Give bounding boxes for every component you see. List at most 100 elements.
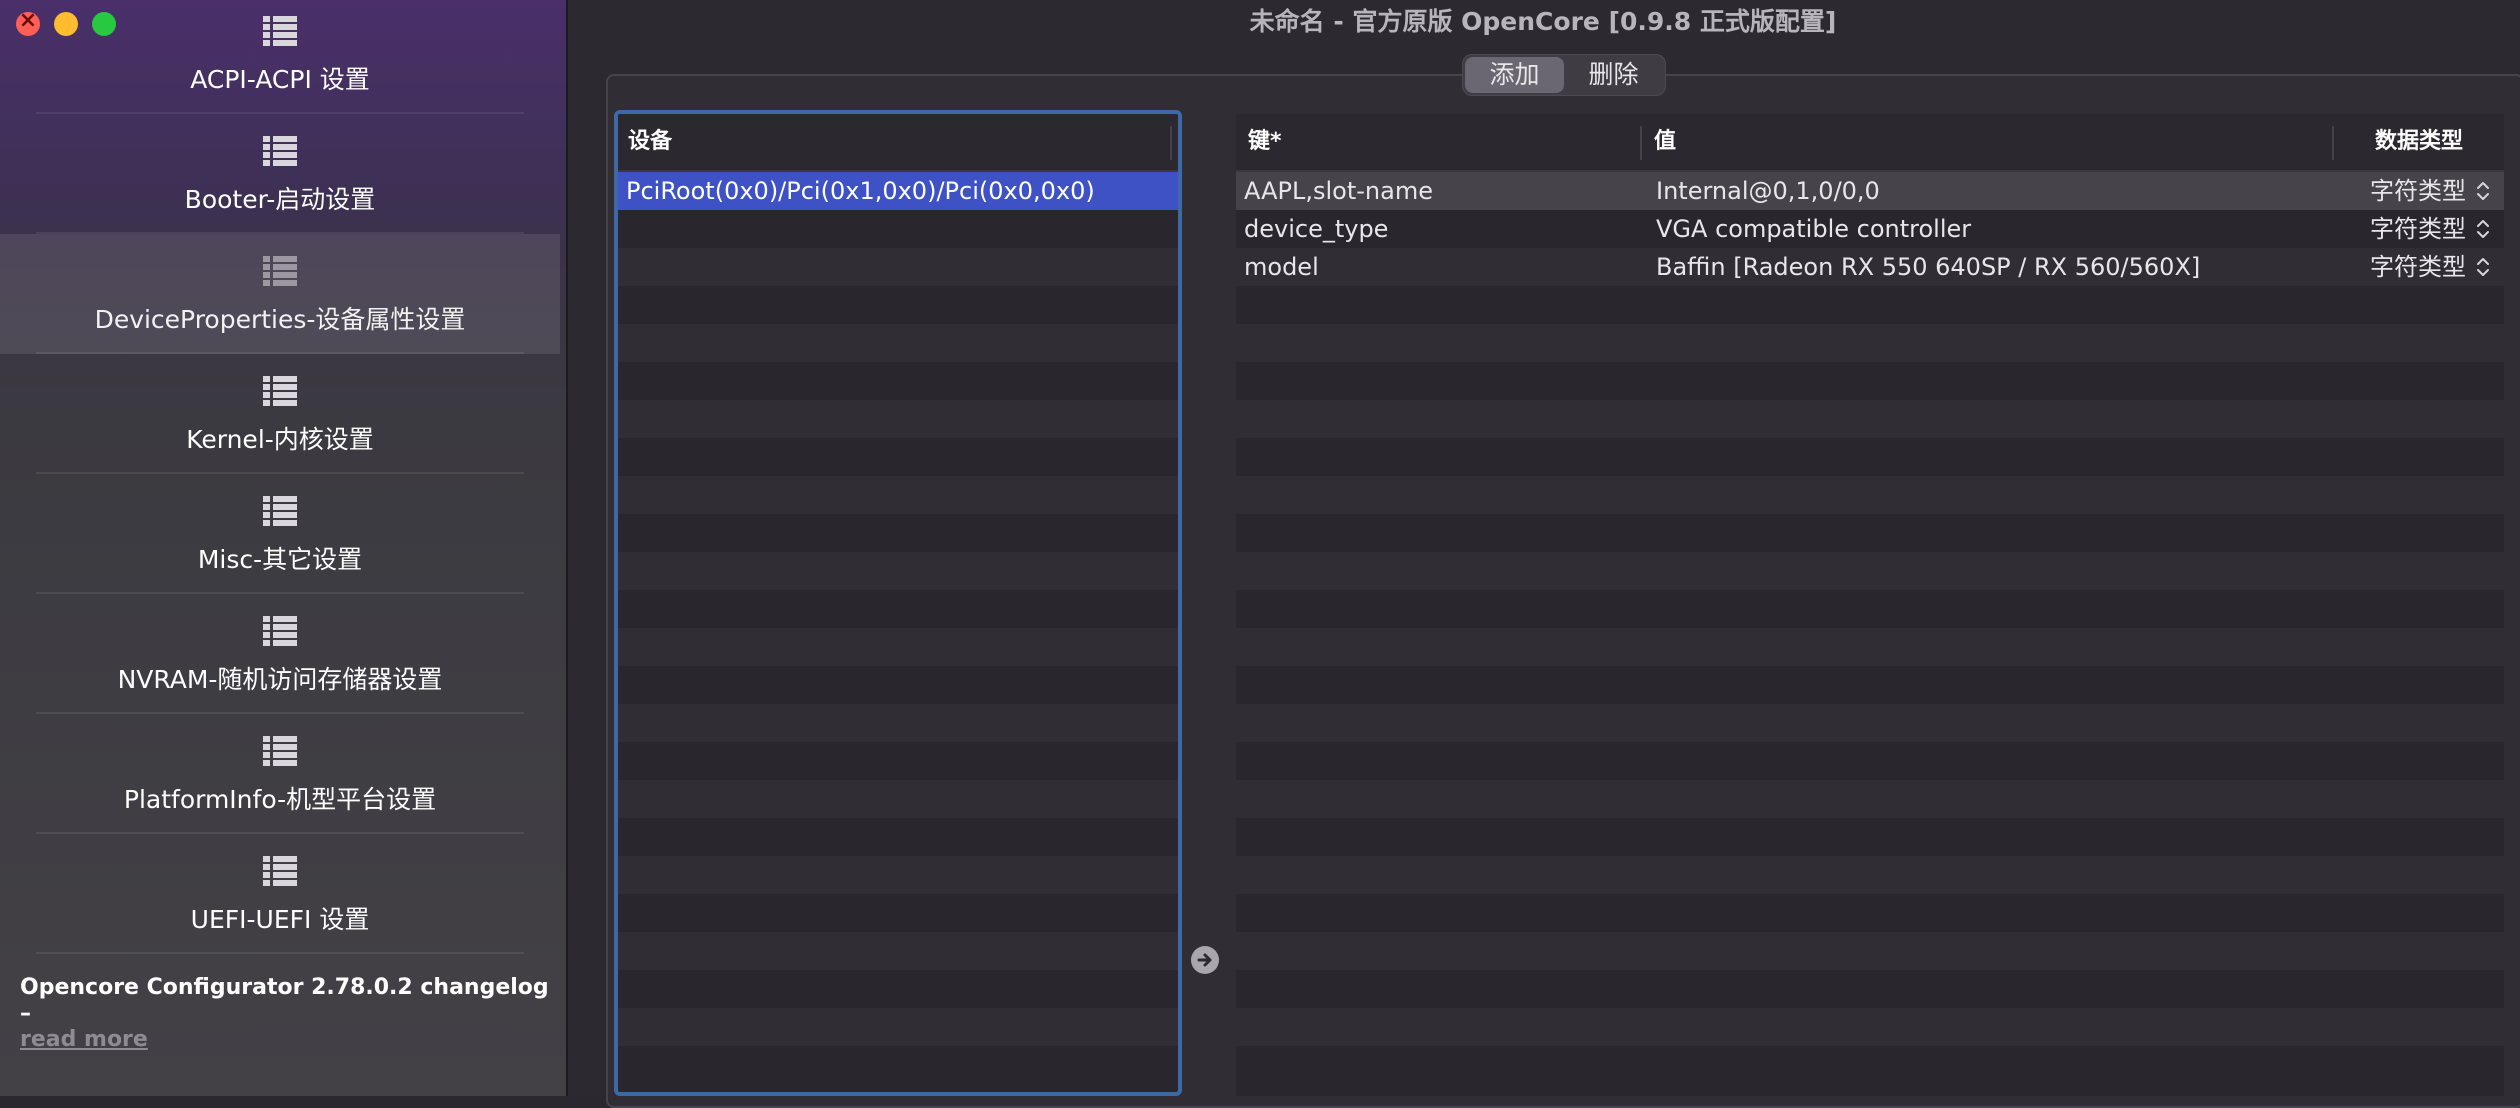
empty-row: [618, 514, 1178, 552]
arrow-right-circle-icon[interactable]: [1191, 946, 1219, 974]
empty-row: [1236, 590, 2504, 628]
add-button[interactable]: 添加: [1465, 57, 1564, 93]
empty-row: [1236, 856, 2504, 894]
list-icon: [263, 256, 297, 286]
empty-row: [618, 552, 1178, 590]
sidebar-item-label: PlatformInfo-机型平台设置: [123, 785, 437, 814]
sidebar: ACPI-ACPI 设置 Booter-启动设置 DeviceProperties-…: [0, 0, 568, 1096]
property-key[interactable]: model: [1236, 248, 1642, 286]
sidebar-item-nvram[interactable]: NVRAM-随机访问存储器设置: [0, 594, 560, 714]
list-icon: [263, 616, 297, 646]
empty-row: [1236, 514, 2504, 552]
list-icon: [263, 736, 297, 766]
empty-row: [1236, 324, 2504, 362]
empty-row: [1236, 666, 2504, 704]
sidebar-item-label: NVRAM-随机访问存储器设置: [117, 665, 443, 694]
property-row[interactable]: model Baffin [Radeon RX 550 640SP / RX 56…: [1236, 248, 2504, 286]
property-type-select[interactable]: 字符类型: [2334, 210, 2504, 248]
property-key[interactable]: device_type: [1236, 210, 1642, 248]
key-column-header[interactable]: 键*: [1236, 114, 1642, 170]
empty-row: [618, 210, 1178, 248]
empty-row: [1236, 286, 2504, 324]
empty-row: [618, 704, 1178, 742]
empty-row: [618, 932, 1178, 970]
empty-row: [1236, 894, 2504, 932]
empty-row: [1236, 1046, 2504, 1084]
empty-row: [618, 666, 1178, 704]
empty-row: [1236, 628, 2504, 666]
empty-row: [1236, 970, 2504, 1008]
empty-row: [618, 1046, 1178, 1084]
empty-row: [618, 286, 1178, 324]
sidebar-item-misc[interactable]: Misc-其它设置: [0, 474, 560, 594]
list-icon: [263, 16, 297, 46]
devices-column-header[interactable]: 设备: [618, 114, 1178, 172]
empty-row: [618, 362, 1178, 400]
property-row[interactable]: AAPL,slot-name Internal@0,1,0/0,0 字符类型: [1236, 172, 2504, 210]
empty-row: [618, 476, 1178, 514]
empty-row: [1236, 476, 2504, 514]
empty-row: [618, 856, 1178, 894]
sidebar-item-label: Misc-其它设置: [197, 545, 363, 574]
list-icon: [263, 136, 297, 166]
empty-row: [618, 894, 1178, 932]
properties-header: 键* 值 数据类型: [1236, 114, 2504, 172]
sidebar-item-acpi[interactable]: ACPI-ACPI 设置: [0, 0, 560, 114]
property-value[interactable]: VGA compatible controller: [1642, 210, 2334, 248]
property-type-label: 字符类型: [2370, 177, 2466, 205]
empty-row: [1236, 818, 2504, 856]
delete-button[interactable]: 删除: [1564, 57, 1663, 93]
sidebar-divider: [36, 952, 524, 954]
devices-rows: PciRoot(0x0)/Pci(0x1,0x0)/Pci(0x0,0x0): [618, 172, 1178, 1084]
sidebar-item-label: Kernel-内核设置: [186, 425, 374, 454]
empty-row: [618, 970, 1178, 1008]
chevron-updown-icon[interactable]: [2476, 255, 2490, 279]
devices-table[interactable]: 设备 PciRoot(0x0)/Pci(0x1,0x0)/Pci(0x0,0x0…: [614, 110, 1182, 1096]
list-icon: [263, 376, 297, 406]
properties-rows: AAPL,slot-name Internal@0,1,0/0,0 字符类型 devi…: [1236, 172, 2504, 1084]
chevron-updown-icon[interactable]: [2476, 179, 2490, 203]
empty-row: [1236, 552, 2504, 590]
app-window: ACPI-ACPI 设置 Booter-启动设置 DeviceProperties-…: [0, 0, 2520, 1108]
sidebar-item-booter[interactable]: Booter-启动设置: [0, 114, 560, 234]
empty-row: [1236, 1008, 2504, 1046]
empty-row: [1236, 438, 2504, 476]
property-type-label: 字符类型: [2370, 215, 2466, 243]
empty-row: [618, 324, 1178, 362]
property-type-select[interactable]: 字符类型: [2334, 248, 2504, 286]
empty-row: [618, 1008, 1178, 1046]
type-column-header[interactable]: 数据类型: [2334, 114, 2504, 170]
empty-row: [618, 628, 1178, 666]
empty-row: [1236, 742, 2504, 780]
property-type-select[interactable]: 字符类型: [2334, 172, 2504, 210]
empty-row: [1236, 932, 2504, 970]
sidebar-item-label: Booter-启动设置: [184, 185, 376, 214]
chevron-updown-icon[interactable]: [2476, 217, 2490, 241]
property-value[interactable]: Internal@0,1,0/0,0: [1642, 172, 2334, 210]
sidebar-item-platforminfo[interactable]: PlatformInfo-机型平台设置: [0, 714, 560, 834]
empty-row: [618, 438, 1178, 476]
sidebar-item-deviceproperties[interactable]: DeviceProperties-设备属性设置: [0, 234, 560, 354]
list-icon: [263, 856, 297, 886]
value-column-header[interactable]: 值: [1642, 114, 2334, 170]
sidebar-item-kernel[interactable]: Kernel-内核设置: [0, 354, 560, 474]
properties-table[interactable]: 键* 值 数据类型 AAPL,slot-name Internal@0,1,0/0…: [1236, 114, 2504, 1096]
changelog-text: Opencore Configurator 2.78.0.2 changelog…: [20, 975, 549, 1026]
empty-row: [1236, 400, 2504, 438]
empty-row: [618, 590, 1178, 628]
property-key[interactable]: AAPL,slot-name: [1236, 172, 1642, 210]
list-icon: [263, 496, 297, 526]
empty-row: [618, 742, 1178, 780]
sidebar-item-label: UEFI-UEFI 设置: [190, 905, 370, 934]
changelog-notice: Opencore Configurator 2.78.0.2 changelog…: [20, 975, 550, 1053]
sidebar-item-uefi[interactable]: UEFI-UEFI 设置: [0, 834, 560, 954]
device-row[interactable]: PciRoot(0x0)/Pci(0x1,0x0)/Pci(0x0,0x0): [618, 172, 1178, 210]
property-row[interactable]: device_type VGA compatible controller 字符类型: [1236, 210, 2504, 248]
property-value[interactable]: Baffin [Radeon RX 550 640SP / RX 560/560…: [1642, 248, 2334, 286]
add-delete-segmented-control: 添加 删除: [1462, 54, 1666, 96]
window-title: 未命名 - 官方原版 OpenCore [0.9.8 正式版配置]: [1249, 7, 1837, 36]
empty-row: [1236, 704, 2504, 742]
empty-row: [618, 248, 1178, 286]
read-more-link[interactable]: read more: [20, 1027, 550, 1053]
empty-row: [1236, 362, 2504, 400]
